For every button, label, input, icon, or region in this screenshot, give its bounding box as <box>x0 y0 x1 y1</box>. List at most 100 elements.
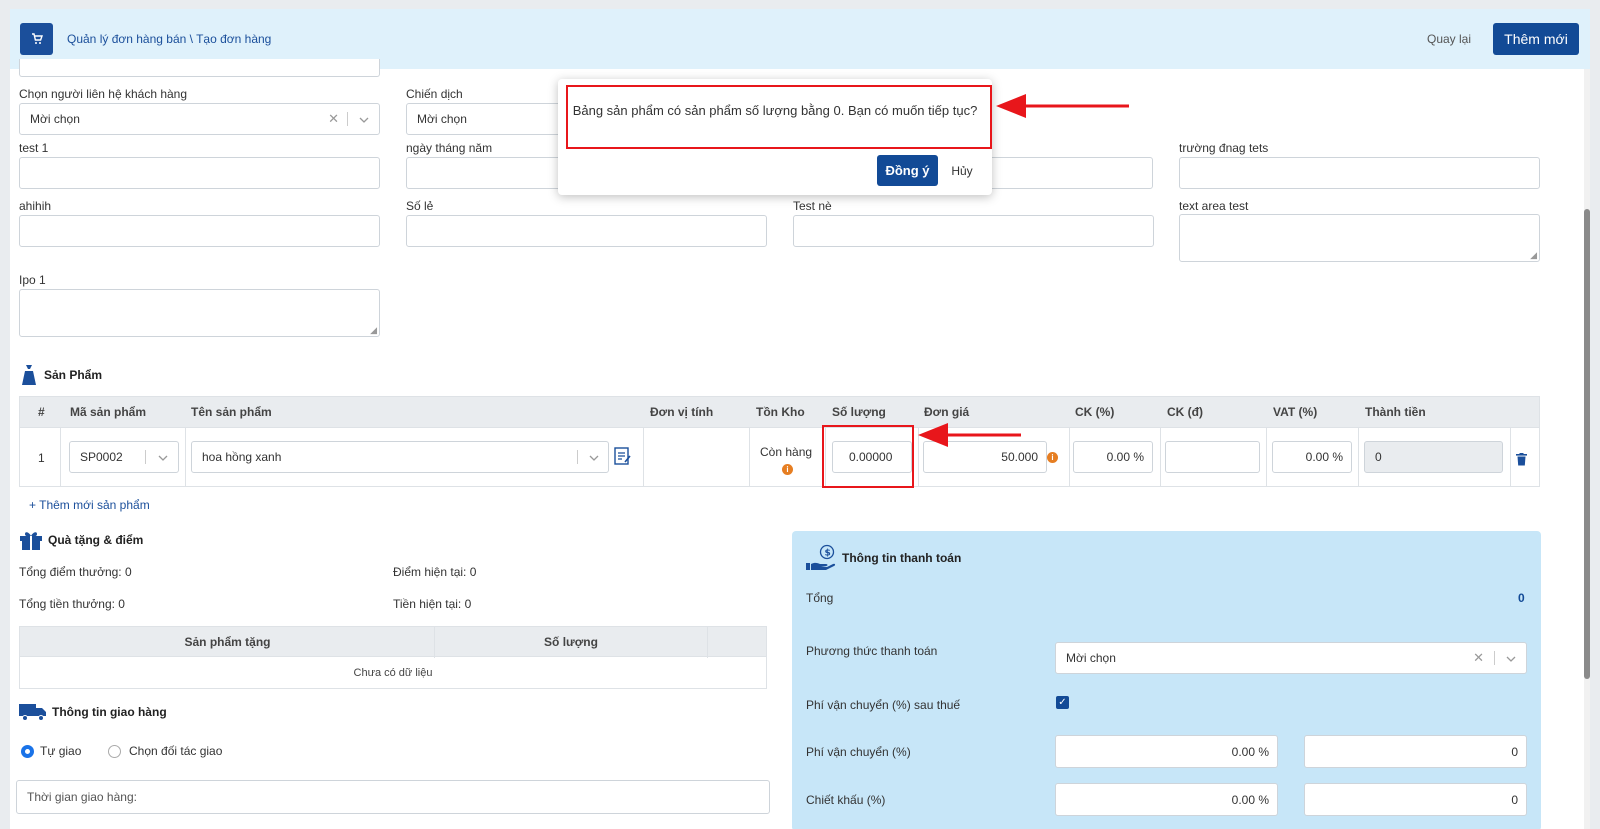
test1-input[interactable] <box>19 157 380 189</box>
discount-amount-input[interactable]: 0 <box>1304 783 1527 816</box>
col-gift-product: Sản phẩm tặng <box>184 634 271 649</box>
gift-icon <box>20 532 42 550</box>
textarea-input[interactable]: ◢ <box>1179 214 1540 262</box>
col-ck-percent: CK (%) <box>1075 405 1115 419</box>
partner-delivery-label: Chọn đối tác giao <box>129 744 223 758</box>
products-title-text: Sản Phẩm <box>44 368 103 382</box>
select-divider <box>347 112 348 126</box>
tests-input[interactable] <box>1179 157 1540 189</box>
resize-handle-icon[interactable]: ◢ <box>1530 251 1537 260</box>
info-icon[interactable]: i <box>782 464 793 475</box>
col-code: Mã sản phẩm <box>70 405 147 419</box>
delivery-time-input[interactable]: Thời gian giao hàng: <box>16 780 770 814</box>
clear-icon[interactable]: ✕ <box>1473 650 1484 666</box>
cell-divider <box>1069 428 1070 486</box>
product-bag-icon <box>22 365 36 385</box>
cell-divider <box>1358 428 1359 486</box>
delivery-section-title: Thông tin giao hàng <box>19 703 167 721</box>
product-name-select[interactable]: hoa hồng xanh <box>191 441 609 473</box>
col-total: Thành tiền <box>1365 405 1426 419</box>
date-input[interactable] <box>406 157 576 189</box>
gifts-empty-row: Chưa có dữ liệu <box>19 657 767 689</box>
cart-icon[interactable] <box>20 23 53 55</box>
chevron-down-icon[interactable] <box>359 112 369 126</box>
contact-label: Chọn người liên hệ khách hàng <box>19 87 188 101</box>
discount-label: Chiết khấu (%) <box>806 793 886 807</box>
annotation-arrow-icon <box>918 423 1021 447</box>
current-points: Điểm hiện tại: 0 <box>393 565 477 579</box>
col-stock: Tồn Kho <box>756 405 805 419</box>
confirm-ok-button[interactable]: Đồng ý <box>877 155 938 186</box>
testne-input[interactable] <box>793 215 1154 247</box>
cell-divider <box>1266 428 1267 486</box>
cell-divider <box>185 428 186 486</box>
product-code-value: SP0002 <box>80 450 123 464</box>
resize-handle-icon[interactable]: ◢ <box>370 326 377 335</box>
sole-input[interactable] <box>406 215 767 247</box>
contact-select[interactable]: Mời chọn ✕ <box>19 103 380 135</box>
clear-icon[interactable]: ✕ <box>328 111 339 127</box>
ck-percent-value: 0.00 % <box>1106 450 1144 464</box>
ahihih-input[interactable] <box>19 215 380 247</box>
self-delivery-radio[interactable] <box>21 745 34 758</box>
col-gift-qty: Số lượng <box>544 634 598 649</box>
gifts-table-header: Sản phẩm tặng Số lượng <box>19 626 767 658</box>
product-note-icon[interactable] <box>614 446 632 469</box>
campaign-select-value: Mời chọn <box>417 112 467 126</box>
col-ck-amount: CK (đ) <box>1167 405 1203 419</box>
delivery-title-text: Thông tin giao hàng <box>52 705 167 719</box>
annotation-box-quantity <box>822 425 914 488</box>
product-code-select[interactable]: SP0002 <box>69 441 179 473</box>
annotation-box-dialog <box>566 85 992 149</box>
discount-percent-value: 0.00 % <box>1231 792 1269 807</box>
col-quantity: Số lượng <box>832 405 886 419</box>
chevron-down-icon[interactable] <box>1506 651 1516 665</box>
campaign-select[interactable]: Mời chọn <box>406 103 576 135</box>
ship-percent-value: 0.00 % <box>1231 744 1269 759</box>
scrollbar-thumb[interactable] <box>1584 209 1590 679</box>
field-row2-col3[interactable] <box>970 157 1153 189</box>
chevron-down-icon[interactable] <box>589 450 599 464</box>
info-icon[interactable]: i <box>1047 452 1058 463</box>
payment-title-text: Thông tin thanh toán <box>842 551 962 565</box>
ipo-textarea[interactable]: ◢ <box>19 289 380 337</box>
testne-label: Test nè <box>793 199 832 213</box>
money-hand-icon: $ <box>806 544 836 570</box>
select-divider <box>1494 651 1495 665</box>
sole-label: Số lẻ <box>406 199 434 213</box>
discount-amount-value: 0 <box>1511 792 1518 807</box>
payment-total-value: 0 <box>1518 591 1525 605</box>
current-money: Tiền hiện tại: 0 <box>393 597 472 611</box>
select-divider <box>577 450 578 464</box>
ipo-label: Ipo 1 <box>19 273 46 287</box>
trash-icon[interactable] <box>1516 453 1527 469</box>
cell-divider <box>60 428 61 486</box>
add-new-button[interactable]: Thêm mới <box>1493 23 1579 55</box>
cell-divider <box>1160 428 1161 486</box>
hidden-field-bottom[interactable] <box>19 59 380 77</box>
vat-input[interactable]: 0.00 % <box>1272 441 1352 473</box>
ship-amount-input[interactable]: 0 <box>1304 735 1527 768</box>
ship-after-tax-checkbox[interactable]: ✓ <box>1056 696 1069 709</box>
ck-percent-input[interactable]: 0.00 % <box>1073 441 1153 473</box>
chevron-down-icon[interactable] <box>158 450 168 464</box>
discount-percent-input[interactable]: 0.00 % <box>1055 783 1278 816</box>
cell-divider <box>1510 428 1511 486</box>
self-delivery-label: Tự giao <box>40 744 82 758</box>
partner-delivery-radio[interactable] <box>108 745 121 758</box>
confirm-cancel-button[interactable]: Hủy <box>944 155 980 186</box>
ship-amount-value: 0 <box>1511 744 1518 759</box>
breadcrumb[interactable]: Quản lý đơn hàng bán \ Tạo đơn hàng <box>67 32 271 46</box>
contact-select-value: Mời chọn <box>30 112 80 126</box>
delivery-time-placeholder: Thời gian giao hàng: <box>27 790 137 804</box>
ship-percent-input[interactable]: 0.00 % <box>1055 735 1278 768</box>
gifts-title-text: Quà tặng & điểm <box>48 533 144 547</box>
payment-method-select[interactable]: Mời chọn ✕ <box>1055 642 1527 674</box>
truck-icon <box>19 704 46 721</box>
ck-amount-input[interactable] <box>1165 441 1260 473</box>
add-product-link[interactable]: + Thêm mới sản phẩm <box>29 498 150 512</box>
products-section-title: Sản Phẩm <box>19 363 102 387</box>
back-link[interactable]: Quay lại <box>1427 32 1471 46</box>
cell-divider <box>643 428 644 486</box>
price-value: 50.000 <box>1001 450 1038 464</box>
